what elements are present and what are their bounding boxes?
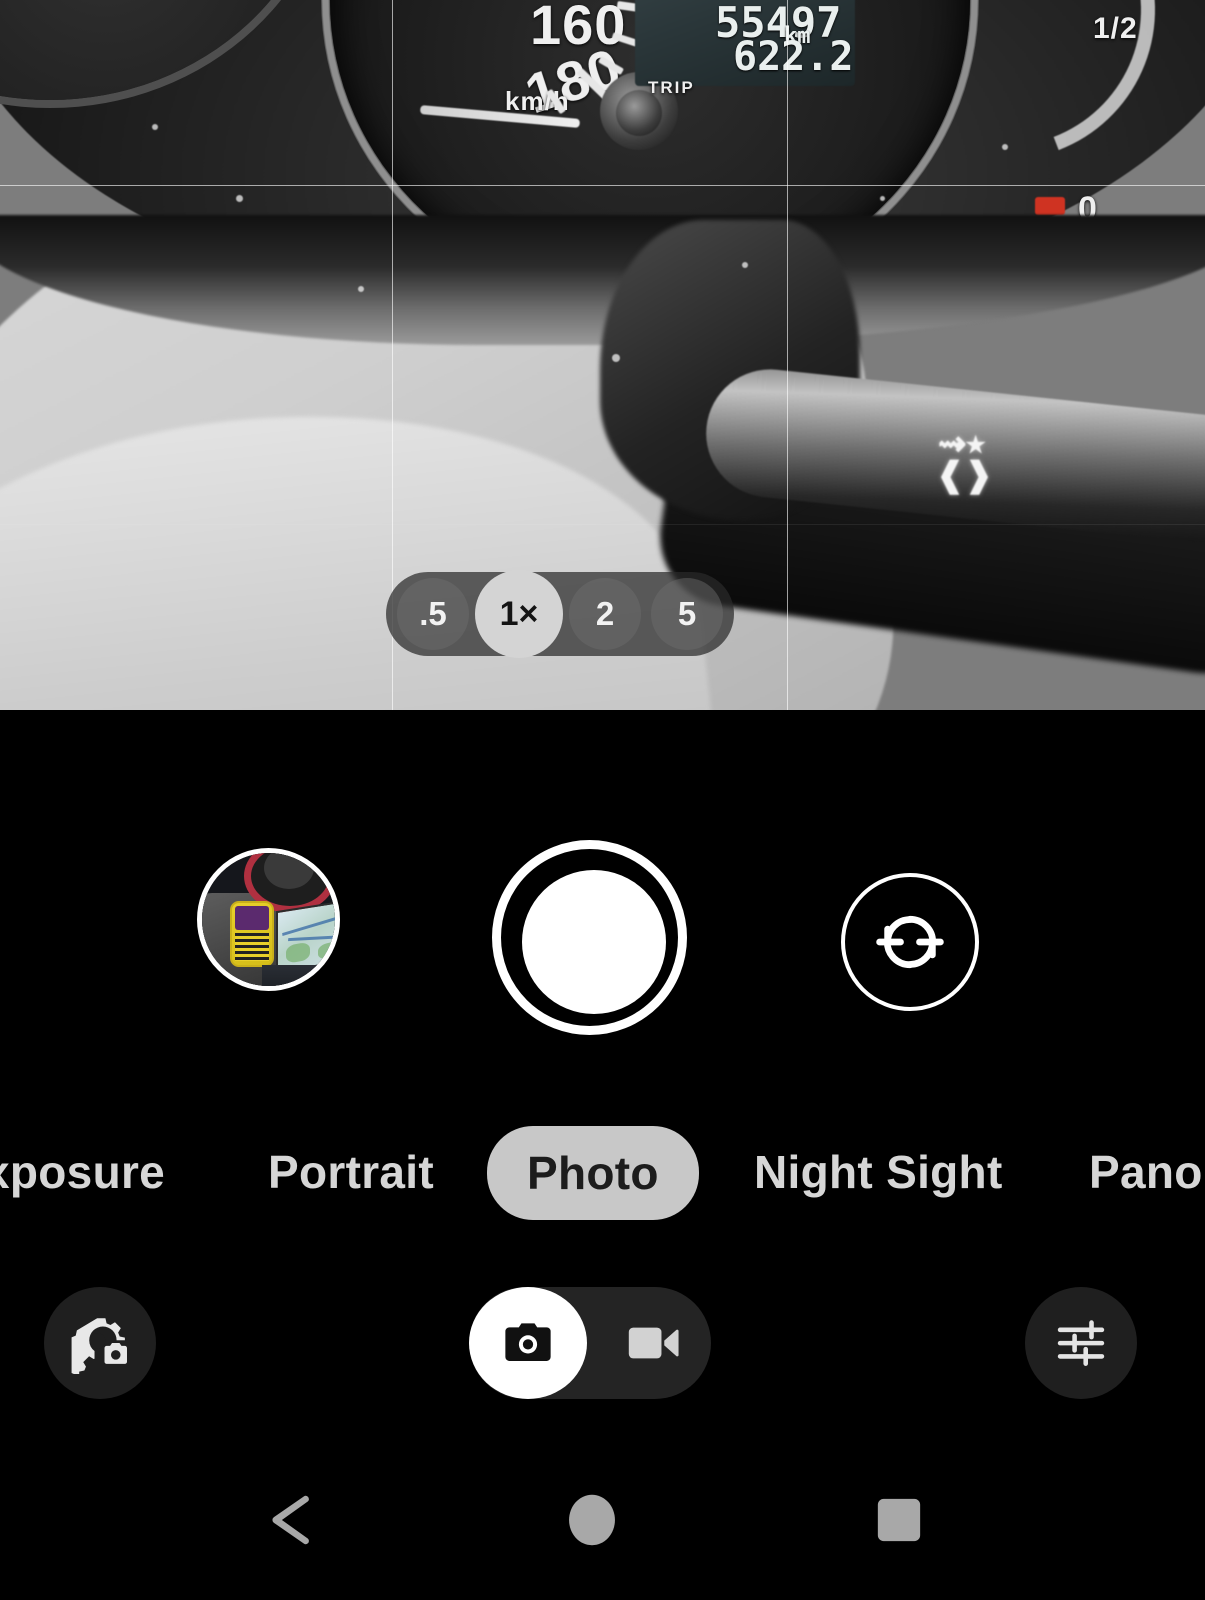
camera-bottom-bar [0,1275,1205,1435]
thumb-wheel-hub [264,853,314,889]
home-circle-icon [569,1494,615,1546]
thumb-map-area [286,941,310,964]
camera-mode-carousel[interactable]: xposure Portrait Photo Night Sight Pano [0,1118,1205,1228]
camera-flip-icon [876,915,944,969]
camera-settings-button[interactable] [44,1287,156,1399]
thumb-nav-screen [276,898,335,974]
camera-settings-gear-icon [71,1318,127,1374]
shutter-button[interactable] [492,840,687,1035]
camera-viewfinder[interactable]: 160 180 km/h 55497 km 622.2 TRIP 1/2 0 ⇝… [0,0,1205,710]
recents-square-icon [877,1498,921,1542]
last-photo-thumbnail[interactable] [197,848,340,991]
fuel-half-label: 1/2 [1093,12,1138,45]
thumb-map-road [282,912,335,936]
thumb-map-area [318,940,335,961]
speckle [612,354,620,362]
thumb-gps-screen [235,906,269,930]
photo-mode-toggle[interactable] [469,1287,587,1399]
mode-portrait[interactable]: Portrait [268,1145,434,1199]
flip-camera-button[interactable] [841,873,979,1011]
video-camera-icon [628,1327,679,1359]
mode-night-sight[interactable]: Night Sight [754,1145,1003,1199]
trip-value: 622.2 [733,34,854,80]
speckle [742,262,748,268]
shutter-inner-circle [522,870,666,1014]
mode-panorama[interactable]: Pano [1089,1145,1203,1199]
thumb-gps-keypad [235,933,269,961]
zoom-option-5[interactable]: 5 [651,578,723,650]
camera-icon [505,1323,551,1361]
thumb-center-console [262,965,335,986]
thumbnail-image [202,853,335,986]
zoom-option-0.5[interactable]: .5 [397,578,469,650]
camera-app-screen: 160 180 km/h 55497 km 622.2 TRIP 1/2 0 ⇝… [0,0,1205,1600]
speckle [1002,144,1008,150]
speckle [152,124,158,130]
zoom-level-selector[interactable]: .5 1× 2 5 [386,570,734,658]
grid-line-horizontal [0,185,1205,187]
grid-line-vertical [787,0,789,710]
trip-label: TRIP [648,78,695,97]
speckle [880,196,885,201]
zoom-option-1x[interactable]: 1× [475,570,563,658]
speckle [358,286,364,292]
fuel-low-marker [1035,197,1065,215]
stalk-marking-icon: ❰❱ [936,456,993,494]
mode-photo[interactable]: Photo [487,1126,699,1220]
capture-row [0,833,1205,1035]
speckle [236,195,243,202]
back-triangle-icon [272,1495,309,1545]
android-navigation-bar [0,1440,1205,1600]
nav-home-button[interactable] [565,1490,619,1555]
image-adjust-button[interactable] [1025,1287,1137,1399]
grid-line-horizontal [0,524,1205,526]
zoom-option-2[interactable]: 2 [569,578,641,650]
thumb-map-road [288,934,335,942]
nav-back-button[interactable] [265,1490,319,1555]
mode-long-exposure[interactable]: xposure [0,1145,165,1199]
photo-video-toggle[interactable] [469,1287,711,1399]
tune-sliders-icon [1057,1320,1105,1366]
video-mode-toggle[interactable] [597,1287,711,1399]
nav-recents-button[interactable] [872,1490,926,1555]
